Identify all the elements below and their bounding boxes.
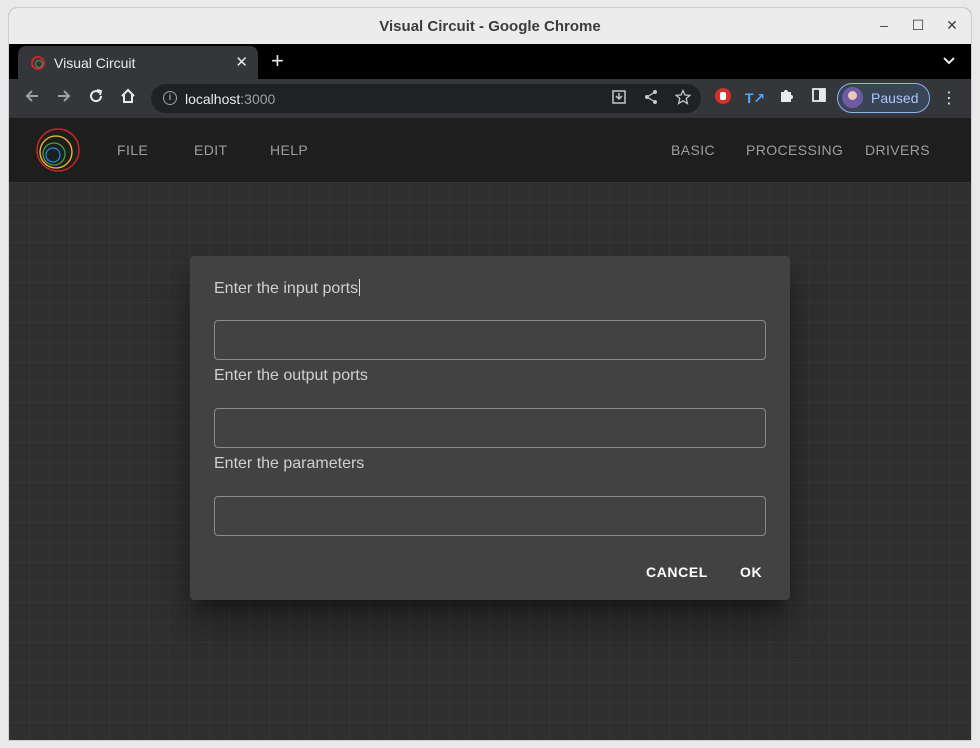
new-tab-button[interactable]: + [271, 48, 284, 74]
profile-status: Paused [871, 90, 919, 106]
favicon-icon [31, 56, 45, 70]
app-bar: FILE EDIT HELP BASIC PROCESSING DRIVERS [9, 118, 971, 182]
tab-strip: Visual Circuit ✕ [9, 44, 971, 79]
url-text[interactable]: localhost:3000 [185, 91, 275, 107]
address-bar[interactable]: i localhost:3000 [151, 84, 701, 113]
minimize-button[interactable]: – [875, 17, 893, 33]
window-title: Visual Circuit - Google Chrome [379, 18, 601, 35]
output-ports-field[interactable] [214, 408, 766, 448]
browser-toolbar: i localhost:3000 T↗ Paused ⋮ [9, 79, 971, 118]
tab-close-icon[interactable]: ✕ [235, 53, 248, 71]
menu-edit[interactable]: EDIT [194, 142, 228, 158]
extensions-puzzle-icon[interactable] [776, 87, 798, 109]
input-ports-label: Enter the input ports [214, 279, 361, 297]
tab-title: Visual Circuit [54, 55, 136, 71]
maximize-button[interactable]: ☐ [909, 17, 927, 34]
avatar [842, 87, 863, 108]
side-panel-icon[interactable] [808, 87, 830, 109]
title-bar: Visual Circuit - Google Chrome – ☐ ✕ [9, 8, 971, 44]
close-window-button[interactable]: ✕ [943, 17, 961, 34]
ok-button[interactable]: OK [740, 564, 762, 580]
home-icon[interactable] [117, 87, 139, 109]
parameters-label: Enter the parameters [214, 455, 365, 472]
tab-search-icon[interactable] [943, 54, 955, 68]
reload-icon[interactable] [85, 87, 107, 109]
menu-file[interactable]: FILE [117, 142, 148, 158]
browser-window: Visual Circuit - Google Chrome – ☐ ✕ Vis… [9, 8, 971, 740]
visual-circuit-logo[interactable] [34, 127, 82, 173]
ports-dialog: Enter the input ports Enter the output p… [190, 256, 790, 600]
input-ports-field[interactable] [214, 320, 766, 360]
bookmark-star-icon[interactable] [673, 88, 693, 109]
menu-help[interactable]: HELP [270, 142, 308, 158]
browser-menu-icon[interactable]: ⋮ [941, 88, 957, 108]
output-ports-label: Enter the output ports [214, 367, 368, 384]
cancel-button[interactable]: CANCEL [646, 564, 708, 580]
site-info-icon[interactable]: i [163, 91, 177, 105]
parameters-field[interactable] [214, 496, 766, 536]
browser-tab[interactable]: Visual Circuit ✕ [18, 46, 258, 79]
share-icon[interactable] [641, 89, 661, 109]
menu-basic[interactable]: BASIC [671, 142, 715, 158]
profile-button[interactable]: Paused [837, 83, 930, 113]
menu-drivers[interactable]: DRIVERS [865, 142, 930, 158]
install-app-icon[interactable] [609, 89, 629, 109]
adblock-extension-icon[interactable] [712, 87, 734, 109]
forward-icon[interactable] [53, 87, 75, 109]
translate-extension-icon[interactable]: T↗ [744, 87, 766, 109]
menu-processing[interactable]: PROCESSING [746, 142, 843, 158]
back-icon[interactable] [21, 87, 43, 109]
